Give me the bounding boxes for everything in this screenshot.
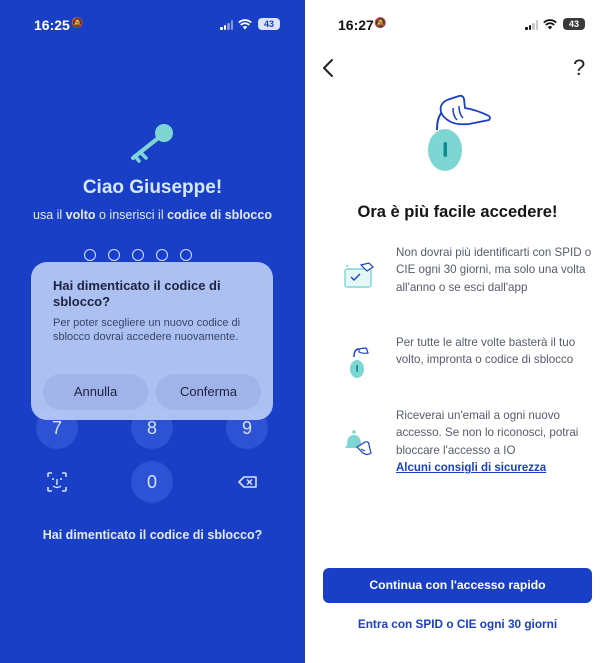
- key-icon: [131, 124, 173, 163]
- mute-icon: 🔕: [374, 18, 387, 29]
- delete-button[interactable]: [226, 461, 268, 503]
- status-bar: 16:25 🔕 43: [0, 16, 305, 34]
- page-title: Ora è più facile accedere!: [357, 203, 558, 221]
- status-time: 16:27: [338, 17, 374, 33]
- unlock-hint: usa il volto o inserisci il codice di sb…: [33, 208, 272, 222]
- padlock-hand-icon: [428, 94, 491, 171]
- face-id-button[interactable]: [36, 461, 78, 503]
- status-time: 16:25: [34, 17, 70, 33]
- dialog-title: Hai dimenticato il codice di sblocco?: [53, 278, 221, 309]
- cancel-button[interactable]: Annulla: [43, 374, 148, 410]
- signal-icon: [525, 20, 539, 30]
- forgot-code-dialog: Hai dimenticato il codice di sblocco? Pe…: [31, 262, 273, 420]
- security-tips-link[interactable]: Alcuni consigli di sicurezza: [396, 462, 546, 474]
- feature-text-3: Riceverai un'email a ogni nuovo accesso.…: [396, 409, 579, 475]
- confirm-button[interactable]: Conferma: [156, 374, 261, 410]
- battery-indicator: 43: [563, 18, 585, 30]
- continue-fast-login-button[interactable]: Continua con l'accesso rapido: [323, 568, 592, 603]
- unlock-screen: 16:25 🔕 43 Ciao Giuseppe! usa il volto o…: [0, 0, 305, 663]
- bell-icon: [345, 430, 372, 456]
- status-bar: 16:27 🔕 43: [305, 16, 610, 34]
- feature-text-2: Per tutte le altre volte basterà il tuo …: [396, 336, 576, 367]
- spid-cie-login-link[interactable]: Entra con SPID o CIE ogni 30 giorni: [305, 617, 610, 631]
- dialog-message: Per poter scegliere un nuovo codice di s…: [53, 317, 241, 343]
- battery-indicator: 43: [258, 18, 280, 30]
- pin-dot: [108, 249, 120, 261]
- backspace-icon: [238, 476, 257, 488]
- feature-text-1: Non dovrai più identificarti con SPID o …: [396, 246, 592, 294]
- pin-dot: [132, 249, 144, 261]
- keypad-0[interactable]: 0: [131, 461, 173, 503]
- padlock-icon: [350, 347, 369, 378]
- wifi-icon: [543, 19, 557, 30]
- signal-icon: [220, 20, 234, 30]
- wifi-icon: [238, 19, 252, 30]
- pin-dot: [156, 249, 168, 261]
- forgot-code-link[interactable]: Hai dimenticato il codice di sblocco?: [0, 528, 305, 542]
- pin-dot: [84, 249, 96, 261]
- calendar-check-icon: [344, 262, 374, 288]
- back-icon[interactable]: [321, 54, 335, 82]
- face-id-icon: [47, 472, 67, 492]
- fast-login-screen: 16:27 🔕 43 ? Ora è più facile accedere! …: [305, 0, 610, 663]
- pin-dot: [180, 249, 192, 261]
- help-icon[interactable]: ?: [573, 55, 585, 81]
- pin-dots: [84, 249, 192, 261]
- greeting-title: Ciao Giuseppe!: [82, 177, 223, 198]
- mute-icon: 🔕: [71, 18, 84, 29]
